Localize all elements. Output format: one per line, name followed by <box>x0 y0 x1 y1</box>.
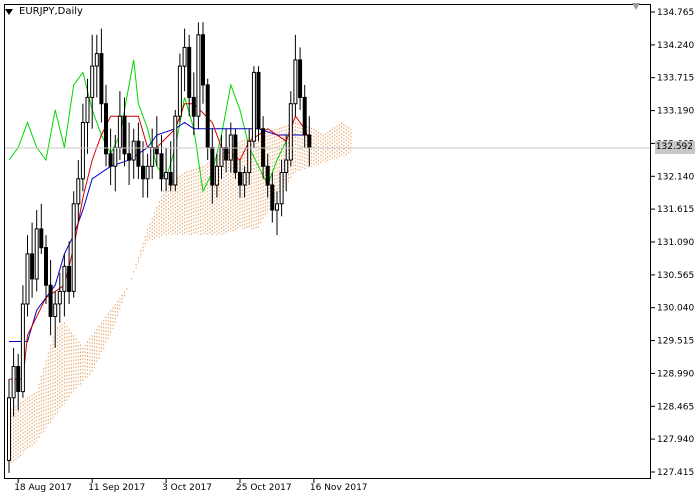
candle-body-43 <box>205 84 210 148</box>
candle-body-29 <box>141 165 145 180</box>
candle-body-63 <box>298 59 303 98</box>
candle-body-65 <box>307 134 312 148</box>
candle-body-60 <box>284 159 289 173</box>
y-tick-label-8: 130.565 <box>657 271 694 281</box>
current-price-label: 132.592 <box>655 141 695 154</box>
candle-body-47 <box>224 147 229 161</box>
candle-body-0 <box>7 397 11 461</box>
candle-body-51 <box>242 172 247 186</box>
x-tick-label-0: 18 Aug 2017 <box>14 483 72 493</box>
chart-title: EURJPY,Daily <box>19 6 83 17</box>
candle-body-40 <box>191 96 196 117</box>
candle-body-13 <box>67 265 72 292</box>
y-tick-label-13: 127.940 <box>657 435 694 445</box>
y-tick-label-5: 132.140 <box>657 172 694 182</box>
candle-body-49 <box>233 134 238 174</box>
candle-body-37 <box>177 65 182 117</box>
candle-body-38 <box>182 46 187 67</box>
candle-body-16 <box>80 122 85 180</box>
candle-body-35 <box>168 172 173 186</box>
candle-body-41 <box>196 34 201 117</box>
candle-body-27 <box>131 140 136 161</box>
y-tick-label-10: 129.515 <box>657 337 694 347</box>
x-tick-label-3: 25 Oct 2017 <box>236 483 292 493</box>
candle-body-9 <box>48 284 53 318</box>
candle-body-10 <box>53 303 58 317</box>
y-tick-label-1: 134.240 <box>657 41 694 51</box>
candle-body-62 <box>293 59 298 105</box>
price-axis: 134.765134.240133.715133.190132.665132.1… <box>651 8 694 478</box>
y-tick-label-14: 127.415 <box>657 468 694 478</box>
y-tick-label-6: 131.615 <box>657 205 694 215</box>
chart-window[interactable]: 134.765134.240133.715133.190132.665132.1… <box>0 0 700 500</box>
candle-body-3 <box>20 303 25 393</box>
candle-body-14 <box>71 203 76 292</box>
candle-body-15 <box>76 178 81 205</box>
candle-body-57 <box>270 184 275 211</box>
candle-body-18 <box>90 65 95 98</box>
candle-body-21 <box>104 103 108 155</box>
time-axis: 18 Aug 2017 11 Sep 2017 3 Oct 2017 25 Oct 2… <box>14 479 368 493</box>
y-tick-label-11: 128.990 <box>657 369 694 379</box>
candle-body-46 <box>219 147 224 167</box>
candle-body-24 <box>117 115 122 148</box>
candle-body-6 <box>34 228 39 280</box>
candle-body-34 <box>164 172 169 180</box>
candle-body-17 <box>85 96 90 123</box>
y-tick-label-2: 133.715 <box>657 74 694 84</box>
candle-body-23 <box>113 147 118 167</box>
x-tick-label-2: 3 Oct 2017 <box>162 483 212 493</box>
candle-body-19 <box>94 53 99 67</box>
candle-body-52 <box>247 140 252 173</box>
candle-body-31 <box>150 147 155 167</box>
y-tick-label-3: 133.190 <box>657 107 694 117</box>
candle-body-54 <box>256 71 261 130</box>
candle-body-26 <box>127 153 132 161</box>
triangle-down-icon[interactable] <box>5 9 13 15</box>
candle-body-2 <box>16 366 21 392</box>
candle-body-11 <box>57 290 62 305</box>
candle-body-30 <box>145 165 150 180</box>
candle-body-36 <box>173 115 178 186</box>
candle-body-53 <box>251 71 256 142</box>
candle-body-45 <box>214 165 219 186</box>
candle-body-59 <box>279 172 284 205</box>
y-tick-label-7: 131.090 <box>657 238 694 248</box>
candle-body-56 <box>265 165 270 186</box>
candle-body-22 <box>108 153 113 167</box>
candle-body-5 <box>30 253 35 280</box>
candle-body-39 <box>187 46 192 98</box>
candle-body-33 <box>159 153 164 180</box>
chart-shift-icon[interactable] <box>632 3 640 10</box>
candle-body-50 <box>238 172 242 186</box>
candle-body-28 <box>136 140 141 167</box>
y-tick-label-0: 134.765 <box>657 8 694 18</box>
y-tick-label-9: 130.040 <box>657 304 694 314</box>
candle-body-8 <box>44 247 48 286</box>
candle-body-64 <box>302 96 307 136</box>
y-tick-label-12: 128.465 <box>657 402 694 412</box>
candle-body-44 <box>210 147 215 186</box>
candle-body-61 <box>288 103 293 161</box>
price-chart[interactable]: 134.765134.240133.715133.190132.665132.1… <box>0 0 700 500</box>
candle-body-7 <box>39 228 44 249</box>
candle-body-4 <box>25 253 30 305</box>
candle-body-1 <box>11 366 16 399</box>
x-tick-label-1: 11 Sep 2017 <box>88 483 145 493</box>
candle-body-20 <box>99 53 104 105</box>
candle-body-42 <box>201 34 205 86</box>
candlesticks <box>7 22 312 473</box>
candle-body-12 <box>62 265 67 292</box>
candle-body-58 <box>275 203 279 211</box>
x-tick-label-4: 16 Nov 2017 <box>310 483 368 493</box>
